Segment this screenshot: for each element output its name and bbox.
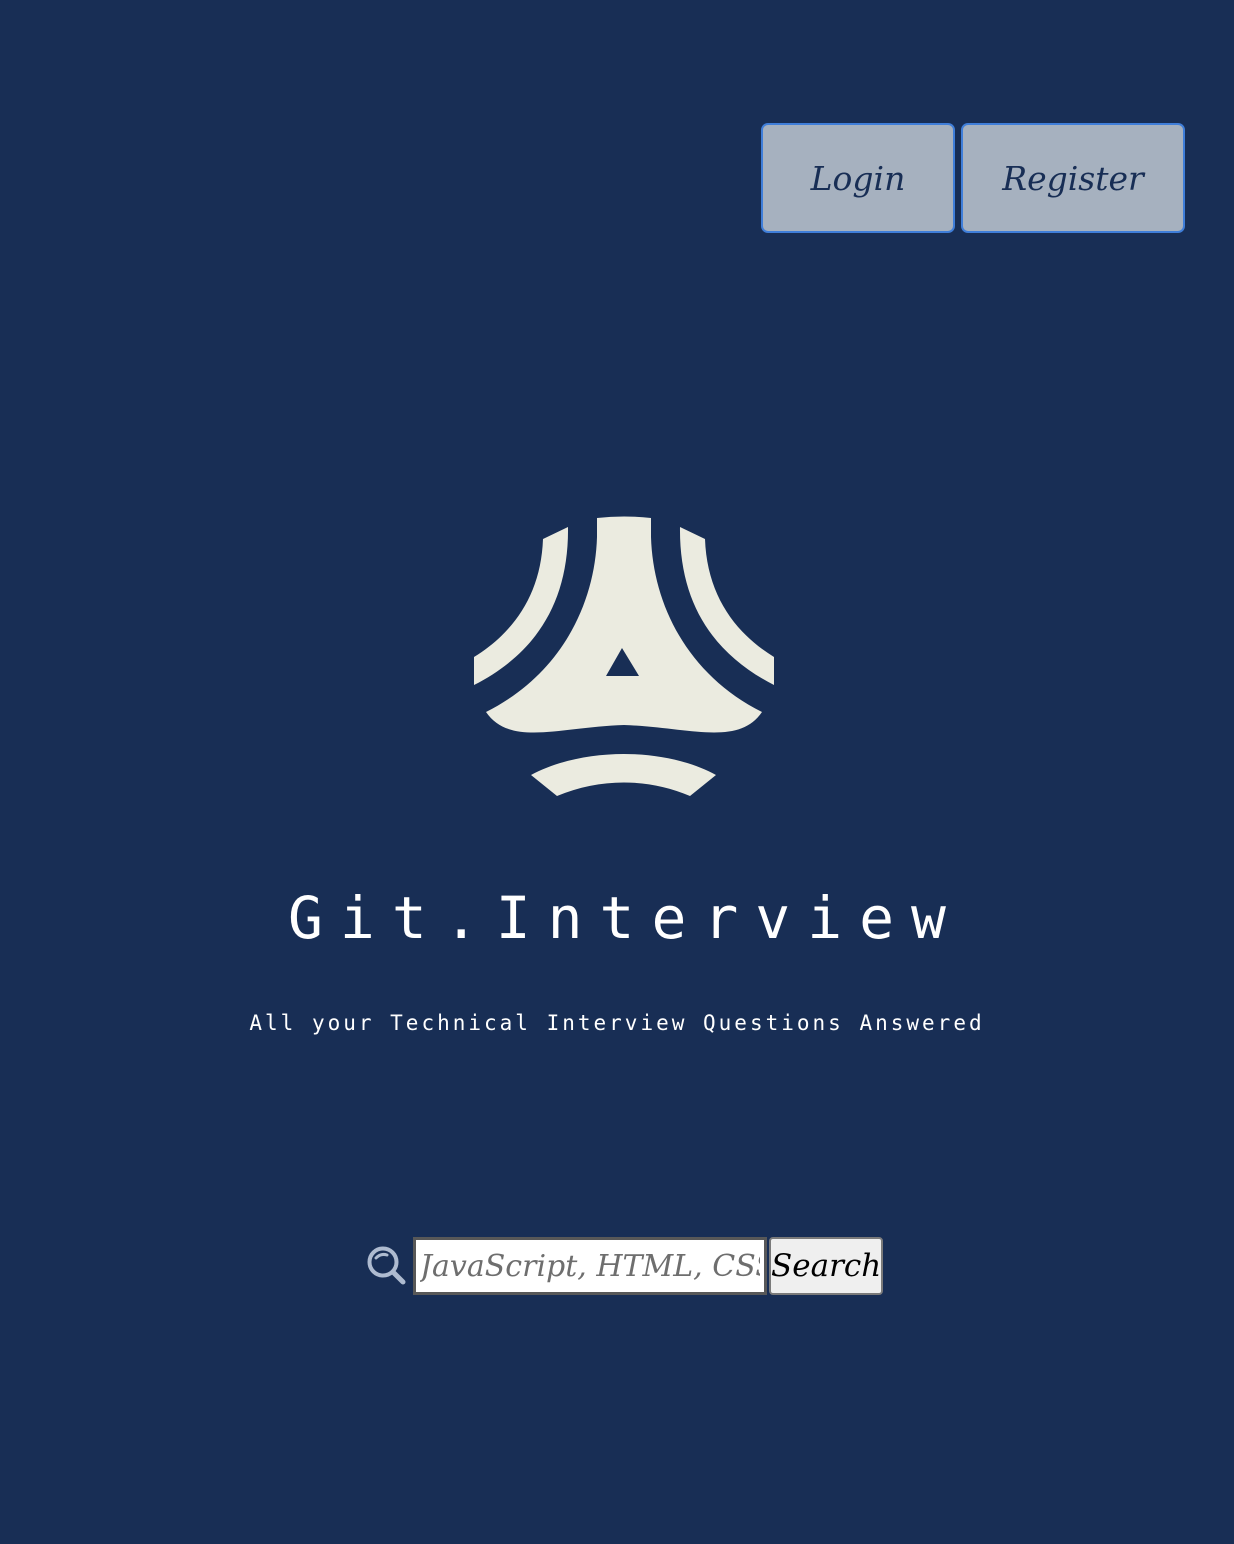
site-tagline: All your Technical Interview Questions A… (249, 1011, 985, 1035)
site-title: Git.Interview (288, 884, 963, 952)
register-button[interactable]: Register (961, 123, 1185, 233)
login-button[interactable]: Login (761, 123, 955, 233)
triangle-sphere-logo-icon (474, 516, 774, 796)
search-icon (367, 1246, 406, 1285)
search-input[interactable] (413, 1237, 767, 1295)
search-button[interactable]: Search (769, 1237, 883, 1295)
